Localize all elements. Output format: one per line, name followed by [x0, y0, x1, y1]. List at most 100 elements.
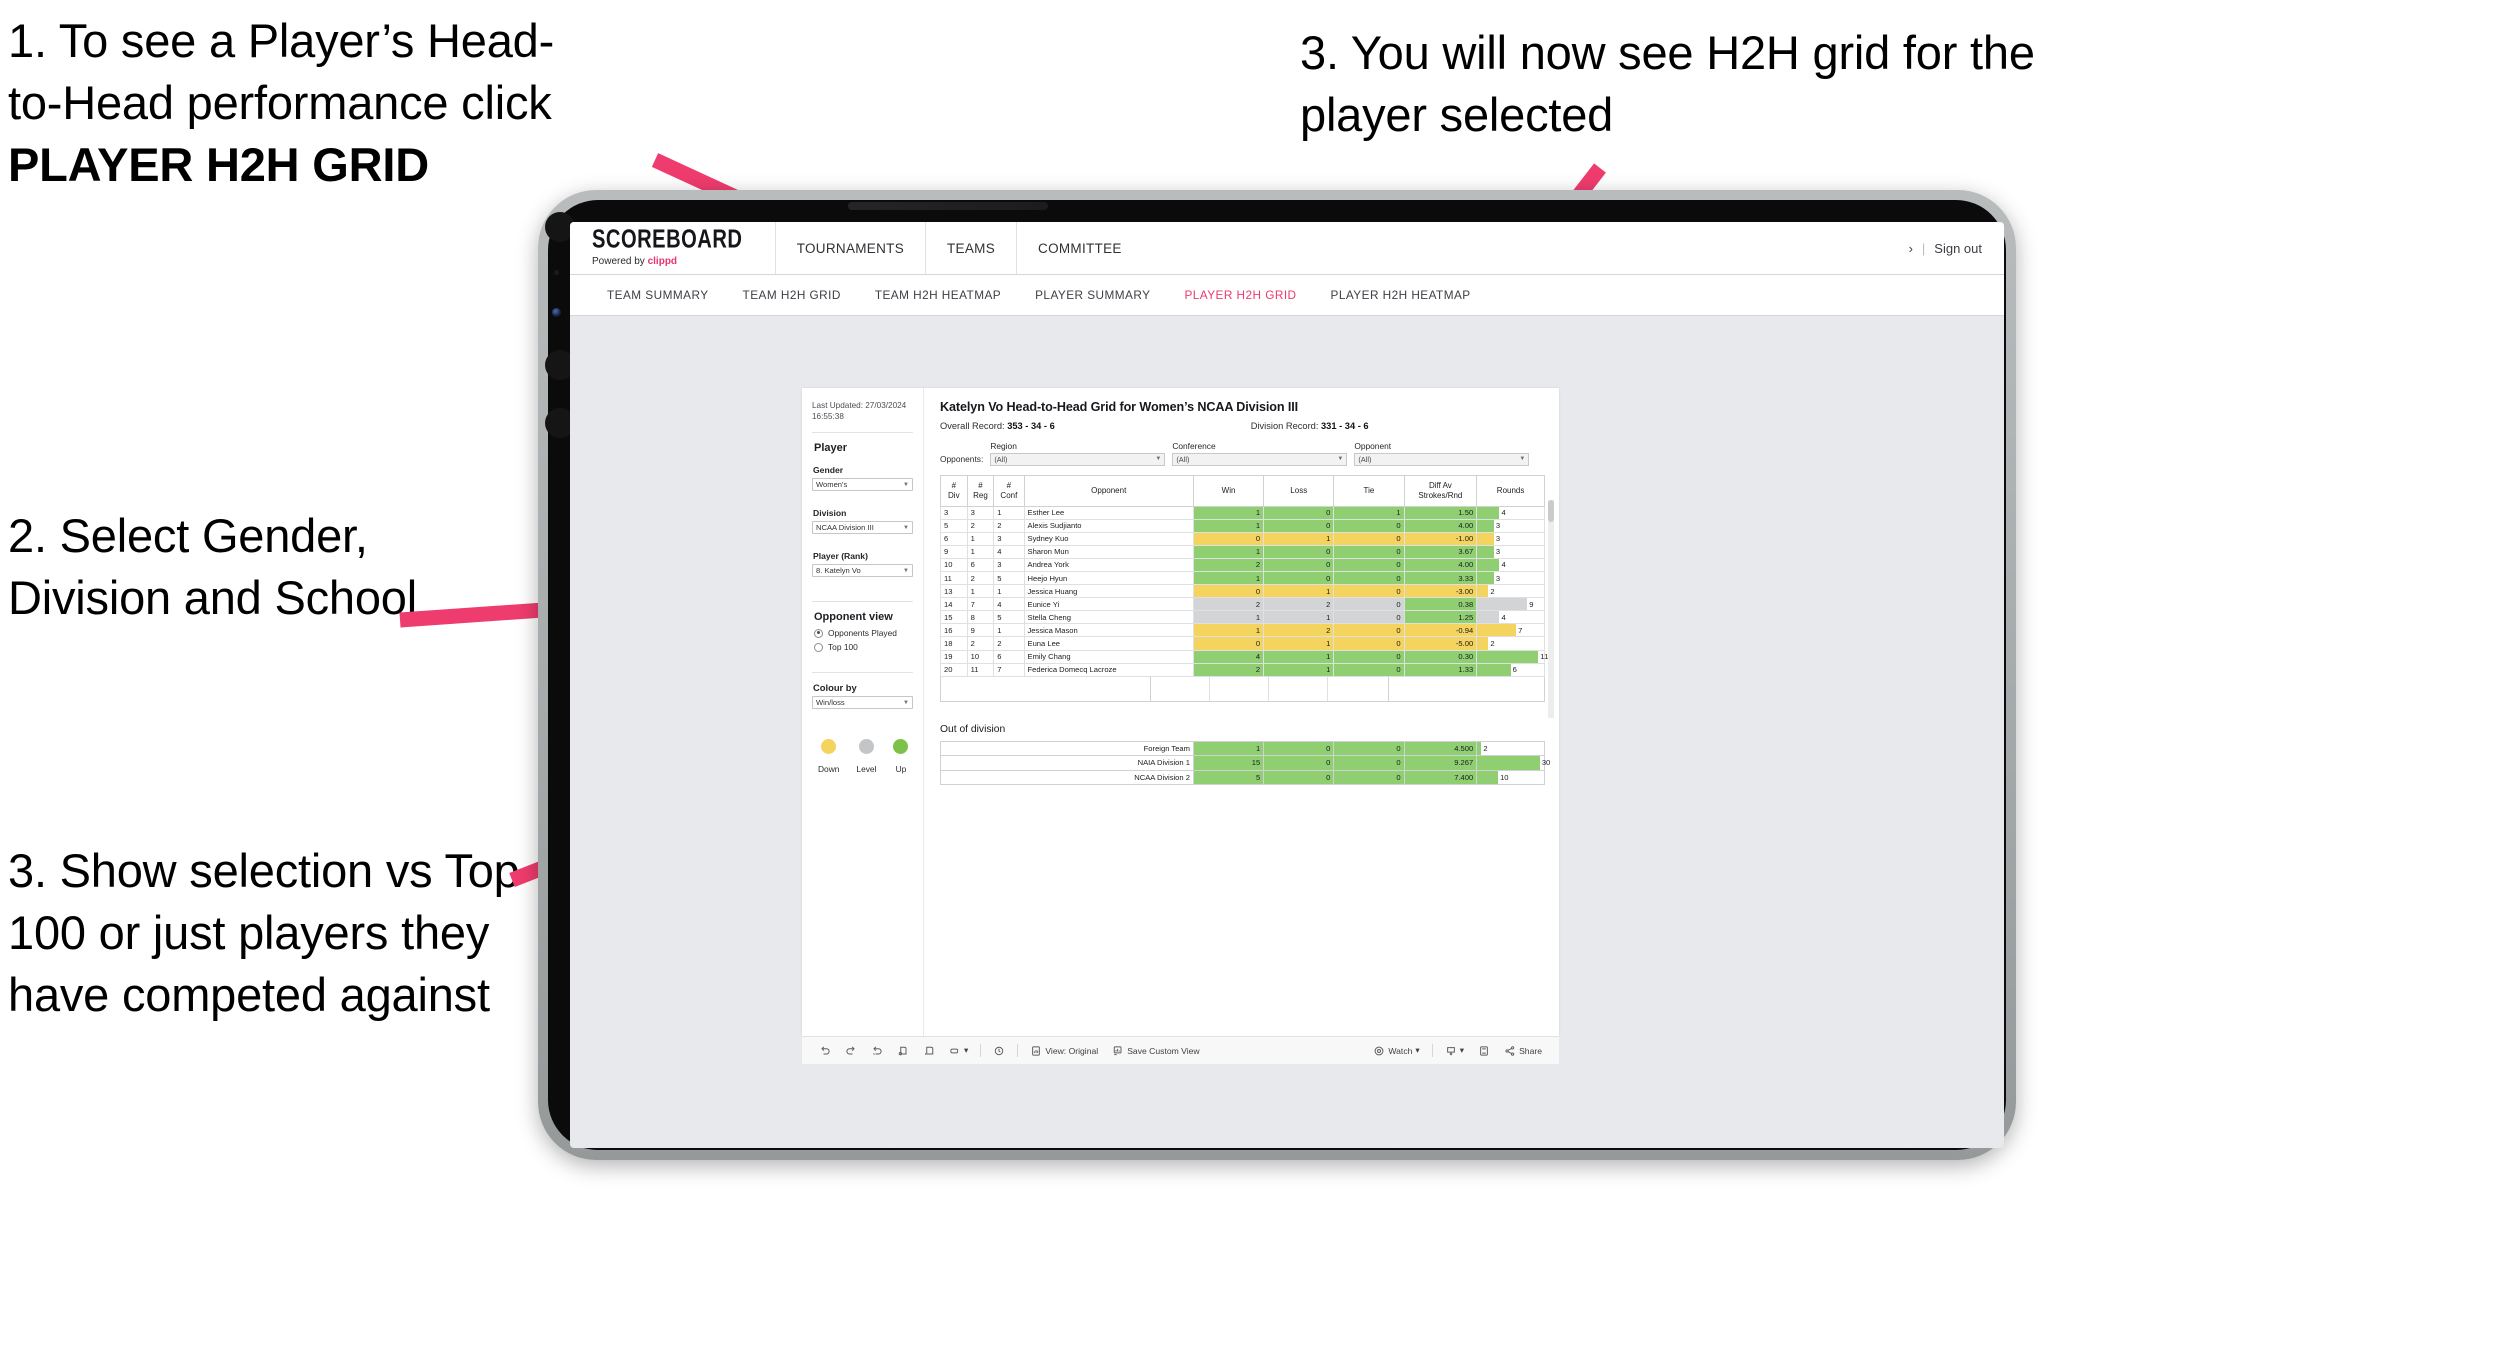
nav-item-tournaments[interactable]: TOURNAMENTS [774, 222, 925, 274]
cell-rounds[interactable]: 4 [1476, 557, 1545, 572]
grid-scrollbar-track[interactable] [1548, 499, 1554, 718]
cell-opponent[interactable]: Heejo Hyun [1023, 570, 1194, 586]
cell-reg[interactable]: 1 [966, 584, 995, 599]
cell-opponent[interactable]: Jessica Mason [1023, 623, 1194, 638]
cell-diff-av-strokes[interactable]: 1.50 [1403, 505, 1478, 520]
cell-div[interactable]: 9 [940, 544, 968, 559]
cell-conf[interactable]: 5 [993, 570, 1025, 586]
cell-tie[interactable]: 0 [1333, 557, 1405, 572]
cell-div[interactable]: 13 [940, 584, 968, 599]
nav-item-teams[interactable]: TEAMS [925, 222, 1016, 274]
cell-rounds[interactable]: 2 [1476, 636, 1545, 651]
cell-win[interactable]: 1 [1192, 505, 1265, 520]
cell-rounds[interactable]: 3 [1476, 544, 1545, 559]
cell-tie[interactable]: 0 [1333, 623, 1405, 638]
cell-div[interactable]: 16 [940, 623, 968, 638]
cell-div[interactable]: 19 [940, 649, 968, 664]
cell-diff-av-strokes[interactable]: 4.00 [1403, 518, 1478, 533]
cell-diff-av-strokes[interactable]: 0.30 [1403, 649, 1478, 664]
cell-loss[interactable]: 1 [1263, 531, 1335, 546]
refresh-button[interactable] [890, 1045, 916, 1057]
nav-item-committee[interactable]: COMMITTEE [1016, 222, 1143, 274]
grid-scrollbar-thumb[interactable] [1548, 499, 1554, 522]
cell-win[interactable]: 2 [1192, 557, 1265, 572]
tab-team-h2h-grid[interactable]: TEAM H2H GRID [726, 288, 858, 302]
cell-loss[interactable]: 2 [1263, 597, 1335, 612]
download-button[interactable]: ▾ [1438, 1045, 1471, 1057]
cell-diff-av-strokes[interactable]: 3.67 [1403, 544, 1478, 559]
cell-opponent[interactable]: Eunice Yi [1023, 597, 1194, 612]
table-row[interactable]: 16 9 1 Jessica Mason 1 2 0 -0.94 7 [940, 623, 1545, 638]
undo-button[interactable] [812, 1045, 838, 1057]
cell-rounds[interactable]: 4 [1476, 505, 1545, 520]
cell-loss[interactable]: 0 [1263, 505, 1335, 520]
cell-win[interactable]: 0 [1192, 636, 1265, 651]
cell-opponent[interactable]: Euna Lee [1023, 636, 1194, 651]
cell-diff-av-strokes[interactable]: -3.00 [1403, 584, 1478, 599]
cell-loss[interactable]: 0 [1263, 544, 1335, 559]
player-rank-select[interactable]: 8. Katelyn Vo ▼ [812, 564, 913, 578]
cell-tie[interactable]: 0 [1333, 570, 1405, 586]
cell-conf[interactable]: 2 [993, 518, 1025, 533]
colour-by-select[interactable]: Win/loss ▼ [812, 696, 913, 710]
cell-tie[interactable]: 1 [1333, 505, 1405, 520]
cell-category[interactable]: Foreign Team [940, 740, 1194, 757]
cell-reg[interactable]: 6 [966, 557, 995, 572]
cell-diff-av-strokes[interactable]: -0.94 [1403, 623, 1478, 638]
sign-out-link[interactable]: Sign out [1934, 241, 1982, 256]
cell-win[interactable]: 0 [1192, 531, 1265, 546]
cell-win[interactable]: 2 [1192, 597, 1265, 612]
redo-button[interactable] [838, 1045, 864, 1057]
cell-conf[interactable]: 7 [993, 662, 1025, 677]
cell-opponent[interactable]: Sydney Kuo [1023, 531, 1194, 546]
cell-conf[interactable]: 1 [993, 505, 1025, 520]
cell-rounds[interactable]: 9 [1476, 597, 1545, 612]
out-of-division-row[interactable]: Foreign Team 1 0 0 4.500 2 [940, 740, 1545, 757]
pause-button[interactable] [916, 1045, 942, 1057]
out-of-division-row[interactable]: NAIA Division 1 15 0 0 9.267 30 [940, 755, 1550, 771]
cell-reg[interactable]: 11 [966, 662, 995, 677]
cell-tie[interactable]: 0 [1333, 584, 1405, 599]
table-row[interactable]: 6 1 3 Sydney Kuo 0 1 0 -1.00 3 [940, 531, 1545, 546]
cell-loss[interactable]: 0 [1263, 518, 1335, 533]
column-header-tie[interactable]: Tie [1333, 474, 1405, 507]
column-header-conf[interactable]: # Conf [993, 474, 1025, 507]
filter-opponent-select[interactable]: (All) ▼ [1354, 453, 1530, 466]
cell-tie[interactable]: 0 [1333, 597, 1405, 612]
cell-win[interactable]: 0 [1192, 584, 1265, 599]
cell-reg[interactable]: 8 [966, 610, 995, 625]
radio-opponents-played[interactable]: Opponents Played [814, 628, 913, 638]
cell-tie[interactable]: 0 [1333, 755, 1405, 771]
cell-conf[interactable]: 3 [993, 531, 1025, 546]
cell-div[interactable]: 14 [940, 597, 968, 612]
cell-win[interactable]: 1 [1192, 518, 1265, 533]
cell-win[interactable]: 4 [1192, 649, 1265, 664]
cell-diff-av-strokes[interactable]: 1.33 [1403, 662, 1478, 677]
cell-tie[interactable]: 0 [1333, 769, 1405, 786]
cell-diff-av-strokes[interactable]: 3.33 [1403, 570, 1478, 586]
column-header-div[interactable]: # Div [940, 474, 968, 507]
gender-select[interactable]: Women's ▼ [812, 478, 913, 492]
cell-tie[interactable]: 0 [1333, 740, 1405, 757]
cell-loss[interactable]: 1 [1263, 610, 1335, 625]
fullscreen-button[interactable] [1471, 1045, 1497, 1057]
cell-reg[interactable]: 2 [966, 570, 995, 586]
cell-conf[interactable]: 4 [993, 544, 1025, 559]
chevron-right-icon[interactable]: › [1909, 241, 1913, 256]
filter-region-select[interactable]: (All) ▼ [990, 453, 1166, 466]
clock-button[interactable] [986, 1045, 1012, 1057]
cell-win[interactable]: 15 [1192, 755, 1265, 771]
cell-div[interactable]: 6 [940, 531, 968, 546]
cell-div[interactable]: 15 [940, 610, 968, 625]
cell-rounds[interactable]: 3 [1476, 531, 1545, 546]
cell-conf[interactable]: 2 [993, 636, 1025, 651]
cell-diff-av-strokes[interactable]: -5.00 [1403, 636, 1478, 651]
cell-diff-av-strokes[interactable]: 1.25 [1403, 610, 1478, 625]
tab-player-h2h-heatmap[interactable]: PLAYER H2H HEATMAP [1314, 288, 1488, 302]
tab-player-summary[interactable]: PLAYER SUMMARY [1018, 288, 1167, 302]
cell-loss[interactable]: 1 [1263, 662, 1335, 677]
division-select[interactable]: NCAA Division III ▼ [812, 521, 913, 535]
table-row[interactable]: 10 6 3 Andrea York 2 0 0 4.00 4 [940, 557, 1545, 572]
cell-opponent[interactable]: Andrea York [1023, 557, 1194, 572]
radio-top-100[interactable]: Top 100 [814, 642, 913, 652]
